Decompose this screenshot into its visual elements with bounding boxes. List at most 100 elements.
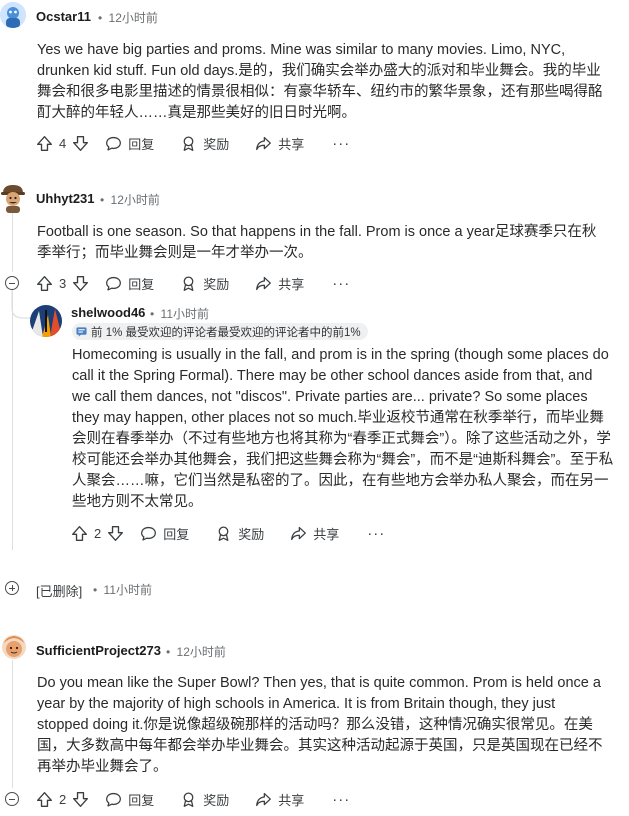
timestamp: 12小时前 [176, 645, 226, 659]
separator: • [166, 645, 171, 659]
vote-count: 2 [94, 525, 102, 541]
upvote-icon [37, 135, 52, 151]
separator: • [150, 307, 155, 321]
award-button[interactable]: 奖励 [180, 134, 229, 153]
comment-actions: 2 回复 奖励 共享 ··· [71, 521, 385, 545]
upvote-button[interactable] [36, 791, 53, 808]
timestamp: 12小时前 [110, 193, 160, 207]
avatar[interactable] [0, 631, 28, 665]
share-icon [291, 526, 307, 540]
award-button[interactable]: 奖励 [180, 790, 229, 809]
upvote-icon [72, 525, 87, 541]
comment-timestamp: • 12小时前 [166, 643, 226, 660]
comment-author[interactable]: Uhhyt231 [36, 191, 95, 206]
reply-button[interactable]: 回复 [105, 274, 154, 293]
reply-label: 回复 [128, 792, 155, 808]
reply-icon [141, 526, 157, 541]
award-label: 奖励 [203, 276, 230, 292]
downvote-button[interactable] [72, 275, 89, 292]
award-button[interactable]: 奖励 [180, 274, 229, 293]
comment-author[interactable]: Ocstar11 [36, 9, 91, 24]
reply-label: 回复 [163, 526, 190, 542]
comment-author[interactable]: shelwood46 [71, 305, 145, 320]
top-commenter-icon [76, 327, 87, 337]
share-icon [256, 276, 272, 290]
avatar[interactable] [0, 183, 26, 213]
reply-icon [106, 136, 122, 151]
share-icon [256, 792, 272, 806]
more-options-button[interactable]: ··· [367, 525, 385, 542]
reply-label: 回复 [128, 276, 155, 292]
reply-icon [106, 276, 122, 291]
comment-timestamp: • 11小时前 [150, 305, 209, 322]
award-icon [183, 135, 194, 151]
thread-line [12, 290, 13, 550]
collapse-thread-button[interactable] [5, 276, 19, 290]
share-label: 共享 [278, 136, 305, 152]
comment-author[interactable]: SufficientProject273 [36, 643, 161, 658]
comment-timestamp: • 12小时前 [100, 191, 160, 208]
timestamp: 11小时前 [103, 583, 153, 597]
upvote-button[interactable] [36, 135, 53, 152]
thread-line [12, 660, 13, 788]
upvote-button[interactable] [71, 525, 88, 542]
share-icon [256, 136, 272, 150]
avatar[interactable] [30, 305, 62, 337]
separator: • [98, 11, 103, 25]
collapse-thread-button[interactable] [5, 792, 19, 806]
upvote-icon [37, 275, 52, 291]
comment-body: Homecoming is usually in the fall, and p… [72, 347, 614, 510]
award-button[interactable]: 奖励 [215, 524, 264, 543]
separator: • [100, 193, 105, 207]
more-options-button[interactable]: ··· [332, 135, 350, 152]
comment-body: Do you mean like the Super Bowl? Then ye… [37, 675, 603, 775]
share-label: 共享 [313, 526, 340, 542]
reply-label: 回复 [128, 136, 155, 152]
vote-count: 4 [59, 135, 67, 151]
timestamp: 11小时前 [160, 307, 210, 321]
more-options-button[interactable]: ··· [332, 275, 350, 292]
reply-button[interactable]: 回复 [105, 134, 154, 153]
comment-actions: 4 回复 奖励 共享 ··· [36, 131, 350, 155]
downvote-button[interactable] [72, 135, 89, 152]
comment-author: [已删除] [36, 584, 83, 599]
separator: • [93, 583, 98, 597]
downvote-icon [108, 525, 124, 541]
share-button[interactable]: 共享 [290, 524, 339, 543]
comment-actions: 3 回复 奖励 共享 ··· [36, 271, 350, 295]
vote-count: 2 [59, 791, 67, 807]
award-label: 奖励 [203, 792, 230, 808]
share-label: 共享 [278, 276, 305, 292]
share-button[interactable]: 共享 [255, 274, 304, 293]
upvote-icon [37, 791, 52, 807]
downvote-icon [73, 275, 89, 291]
comment-actions: 2 回复 奖励 共享 ··· [36, 787, 350, 811]
timestamp: 12小时前 [108, 11, 158, 25]
share-label: 共享 [278, 792, 305, 808]
award-label: 奖励 [238, 526, 265, 542]
downvote-button[interactable] [72, 791, 89, 808]
share-button[interactable]: 共享 [255, 134, 304, 153]
comment-body: Yes we have big parties and proms. Mine … [37, 42, 603, 121]
upvote-button[interactable] [36, 275, 53, 292]
award-label: 奖励 [203, 136, 230, 152]
user-flair-badge: 前 1% 最受欢迎的评论者最受欢迎的评论者中的前1% [72, 323, 368, 340]
downvote-icon [73, 135, 89, 151]
vote-count: 3 [59, 275, 67, 291]
downvote-icon [73, 791, 89, 807]
award-icon [218, 525, 229, 541]
comment-timestamp: • 11小时前 [93, 581, 152, 598]
comment-body: Football is one season. So that happens … [37, 224, 597, 261]
avatar[interactable] [0, 2, 26, 28]
reply-button[interactable]: 回复 [105, 790, 154, 809]
expand-thread-button[interactable] [5, 581, 19, 595]
award-icon [183, 791, 194, 807]
reply-button[interactable]: 回复 [140, 524, 189, 543]
share-button[interactable]: 共享 [255, 790, 304, 809]
more-options-button[interactable]: ··· [332, 791, 350, 808]
reply-icon [106, 792, 122, 807]
comment-timestamp: • 12小时前 [98, 9, 158, 26]
flair-text: 前 1% 最受欢迎的评论者最受欢迎的评论者中的前1% [91, 326, 361, 339]
award-icon [183, 275, 194, 291]
downvote-button[interactable] [107, 525, 124, 542]
